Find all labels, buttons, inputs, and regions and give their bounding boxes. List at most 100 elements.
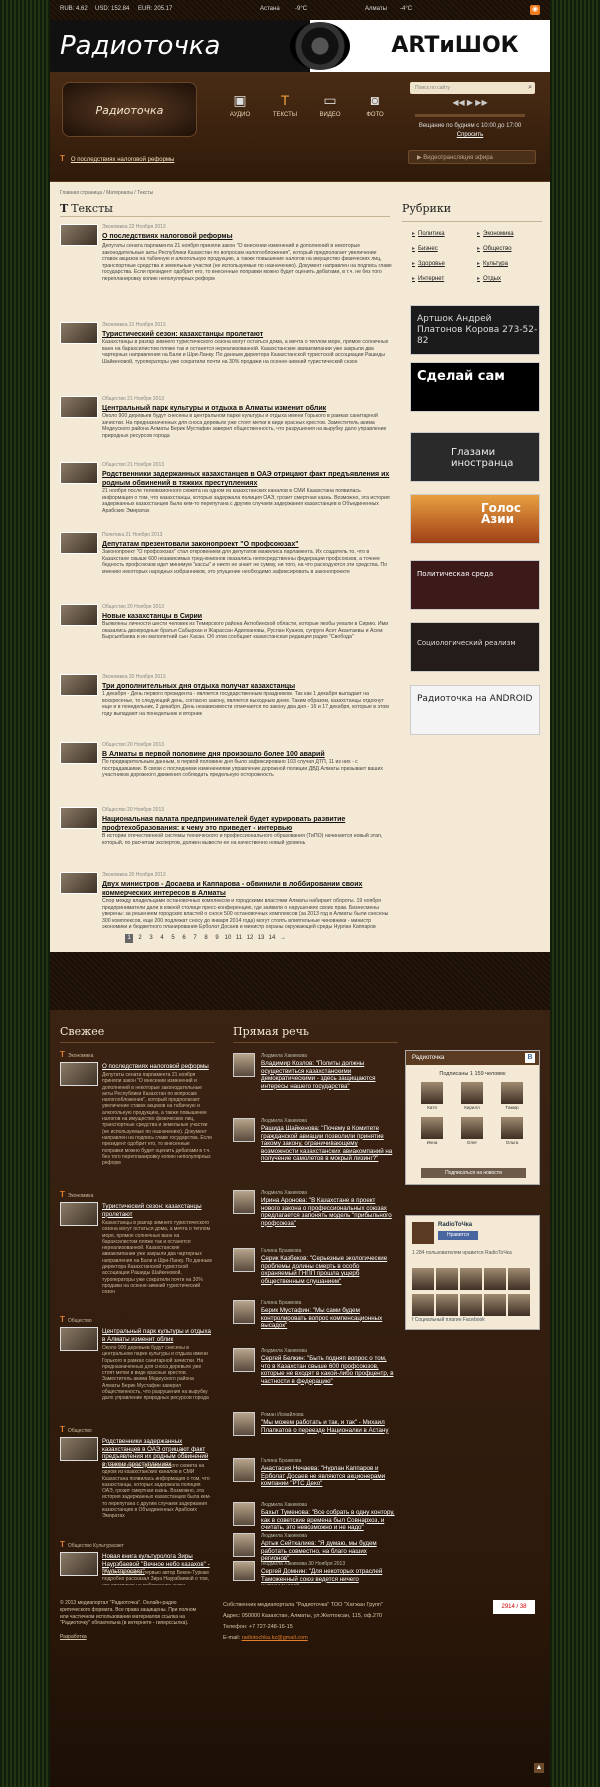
scroll-up-icon[interactable]: ▲ xyxy=(534,1763,544,1773)
fb-page-name[interactable]: RadioToЧка xyxy=(438,1222,472,1228)
page-link[interactable]: 3 xyxy=(147,934,155,943)
avatar[interactable] xyxy=(508,1268,530,1290)
site-logo[interactable]: Радиоточка xyxy=(62,82,197,137)
promo-politicheskaya-sreda[interactable]: Политическая среда xyxy=(410,560,540,610)
rubric-link[interactable]: Интернет xyxy=(412,275,444,282)
avatar[interactable] xyxy=(233,1458,255,1482)
avatar[interactable] xyxy=(421,1117,443,1139)
email-link[interactable]: radiotochka.kz@gmail.com xyxy=(242,1635,308,1641)
article-thumbnail[interactable] xyxy=(60,872,98,894)
fresh-title-link[interactable]: Центральный парк культуры и отдыха в Алм… xyxy=(102,1328,212,1343)
speech-quote[interactable]: Сергей Белкин: "Быть подняп вопрос о том… xyxy=(261,1355,396,1385)
page-link[interactable]: 11 xyxy=(235,934,243,943)
avatar[interactable] xyxy=(233,1300,255,1324)
fb-page-logo[interactable] xyxy=(412,1222,434,1244)
breadcrumb[interactable]: Главная страница / Материалы / Тексты xyxy=(60,190,153,196)
avatar[interactable] xyxy=(233,1053,255,1077)
vk-subscribe-button[interactable]: Подписаться на новости xyxy=(421,1168,526,1178)
promo-sociologicheskiy-realizm[interactable]: Социологический реализм xyxy=(410,622,540,672)
avatar[interactable] xyxy=(484,1294,506,1316)
speech-quote[interactable]: Рашида Шайкенова: "Почему в Комитете гра… xyxy=(261,1125,396,1163)
promo-android[interactable]: Радиоточка на ANDROID xyxy=(410,685,540,735)
article-title[interactable]: В Алматы в первой половине дня произошло… xyxy=(102,750,392,759)
speech-quote[interactable]: Берик Мустафин: "Мы сами будем контролир… xyxy=(261,1307,396,1330)
rubric-link[interactable]: Общество xyxy=(477,245,512,252)
rubric-link[interactable]: Культура xyxy=(477,260,508,267)
page-link[interactable]: 14 xyxy=(268,934,276,943)
avatar[interactable] xyxy=(233,1502,255,1526)
avatar[interactable] xyxy=(233,1248,255,1272)
fresh-thumbnail[interactable] xyxy=(60,1202,98,1226)
fresh-title-link[interactable]: Туристический сезон: казахстанцы пролета… xyxy=(102,1203,212,1218)
article-title[interactable]: Национальная палата предпринимателей буд… xyxy=(102,815,392,833)
rubric-link[interactable]: Экономика xyxy=(477,230,514,237)
article-title[interactable]: Депутатам презентовали законопроект "О п… xyxy=(102,540,392,549)
vk-group-name[interactable]: Радиоточка xyxy=(412,1055,444,1061)
article-title[interactable]: О последствиях налоговой реформы xyxy=(102,232,392,241)
fresh-thumbnail[interactable] xyxy=(60,1437,98,1461)
promo-artshok-korova[interactable]: Артшок Андрей Платонов Корова 273-52-82 xyxy=(410,305,540,355)
player-progress[interactable] xyxy=(415,114,525,117)
article-thumbnail[interactable] xyxy=(60,742,98,764)
vk-icon[interactable]: В xyxy=(525,1053,535,1063)
page-link[interactable]: 2 xyxy=(136,934,144,943)
fresh-thumbnail[interactable] xyxy=(60,1552,98,1576)
avatar[interactable] xyxy=(421,1082,443,1104)
article-thumbnail[interactable] xyxy=(60,224,98,246)
page-link[interactable]: 13 xyxy=(257,934,265,943)
fb-plugin-link[interactable]: f Социальный плагин Facebook xyxy=(412,1317,485,1323)
avatar[interactable] xyxy=(460,1294,482,1316)
rubric-link[interactable]: Бизнес xyxy=(412,245,438,252)
avatar[interactable] xyxy=(436,1294,458,1316)
article-thumbnail[interactable] xyxy=(60,322,98,344)
page-link[interactable]: 6 xyxy=(180,934,188,943)
rubric-link[interactable]: Политика xyxy=(412,230,445,237)
video-translation-button[interactable]: ▶ Видеотрансляция эфира xyxy=(408,150,536,164)
speech-quote[interactable]: Бахыт Туменова: "Все собрать в одну конт… xyxy=(261,1509,396,1532)
article-title[interactable]: Туристический сезон: казахстанцы пролета… xyxy=(102,330,392,339)
avatar[interactable] xyxy=(233,1412,255,1436)
speech-quote[interactable]: "Мы можем работать и так, и так" - Михаи… xyxy=(261,1419,396,1434)
page-link[interactable]: 10 xyxy=(224,934,232,943)
developer-link[interactable]: Разработка xyxy=(60,1634,87,1640)
article-title[interactable]: Новые казахстанцы в Сирии xyxy=(102,612,392,621)
article-title[interactable]: Двух министров - Досаева и Каппарова - о… xyxy=(102,880,392,898)
nav-video[interactable]: ▭ ВИДЕО xyxy=(310,92,350,118)
player-controls[interactable]: ◀◀ ▶ ▶▶ xyxy=(405,98,535,112)
speech-quote[interactable]: Артык Сейткалиев: "Я думаю, мы будем раб… xyxy=(261,1540,396,1563)
avatar[interactable] xyxy=(233,1561,255,1581)
nav-audio[interactable]: ▣ АУДИО xyxy=(220,92,260,118)
avatar[interactable] xyxy=(233,1533,255,1557)
rss-icon[interactable]: ◉ xyxy=(530,5,540,15)
page-link[interactable]: 1 xyxy=(125,934,133,943)
article-thumbnail[interactable] xyxy=(60,532,98,554)
avatar[interactable] xyxy=(461,1082,483,1104)
page-link[interactable]: 7 xyxy=(191,934,199,943)
fresh-title-link[interactable]: О последствиях налоговой реформы xyxy=(102,1063,212,1071)
article-thumbnail[interactable] xyxy=(60,462,98,484)
fresh-thumbnail[interactable] xyxy=(60,1327,98,1351)
nav-photo[interactable]: ◙ ФОТО xyxy=(355,92,395,118)
avatar[interactable] xyxy=(501,1117,523,1139)
avatar[interactable] xyxy=(233,1118,255,1142)
avatar[interactable] xyxy=(412,1268,434,1290)
fresh-thumbnail[interactable] xyxy=(60,1062,98,1086)
ticker-link[interactable]: О последствиях налоговой реформы xyxy=(71,157,174,163)
avatar[interactable] xyxy=(508,1294,530,1316)
page-link[interactable]: 12 xyxy=(246,934,254,943)
rubric-link[interactable]: Здоровье xyxy=(412,260,445,267)
rubric-link[interactable]: Отдых xyxy=(477,275,501,282)
avatar[interactable] xyxy=(233,1348,255,1372)
speech-quote[interactable]: Владимир Козлов: "Политы должны осуществ… xyxy=(261,1060,396,1090)
promo-sdelai-sam[interactable]: Сделай сам xyxy=(410,362,540,412)
page-link[interactable]: 8 xyxy=(202,934,210,943)
next-page-arrow[interactable]: → xyxy=(279,934,287,943)
article-thumbnail[interactable] xyxy=(60,807,98,829)
avatar[interactable] xyxy=(412,1294,434,1316)
article-thumbnail[interactable] xyxy=(60,604,98,626)
speech-quote[interactable]: Ирина Аронова: "В Казахстане в проект но… xyxy=(261,1197,396,1227)
search-icon[interactable]: ⌕ xyxy=(528,84,532,92)
avatar[interactable] xyxy=(484,1268,506,1290)
speech-quote[interactable]: Серик Казбеков: "Серьезные экологические… xyxy=(261,1255,396,1285)
article-title[interactable]: Три дополнительных дня отдыха получат ка… xyxy=(102,682,392,691)
